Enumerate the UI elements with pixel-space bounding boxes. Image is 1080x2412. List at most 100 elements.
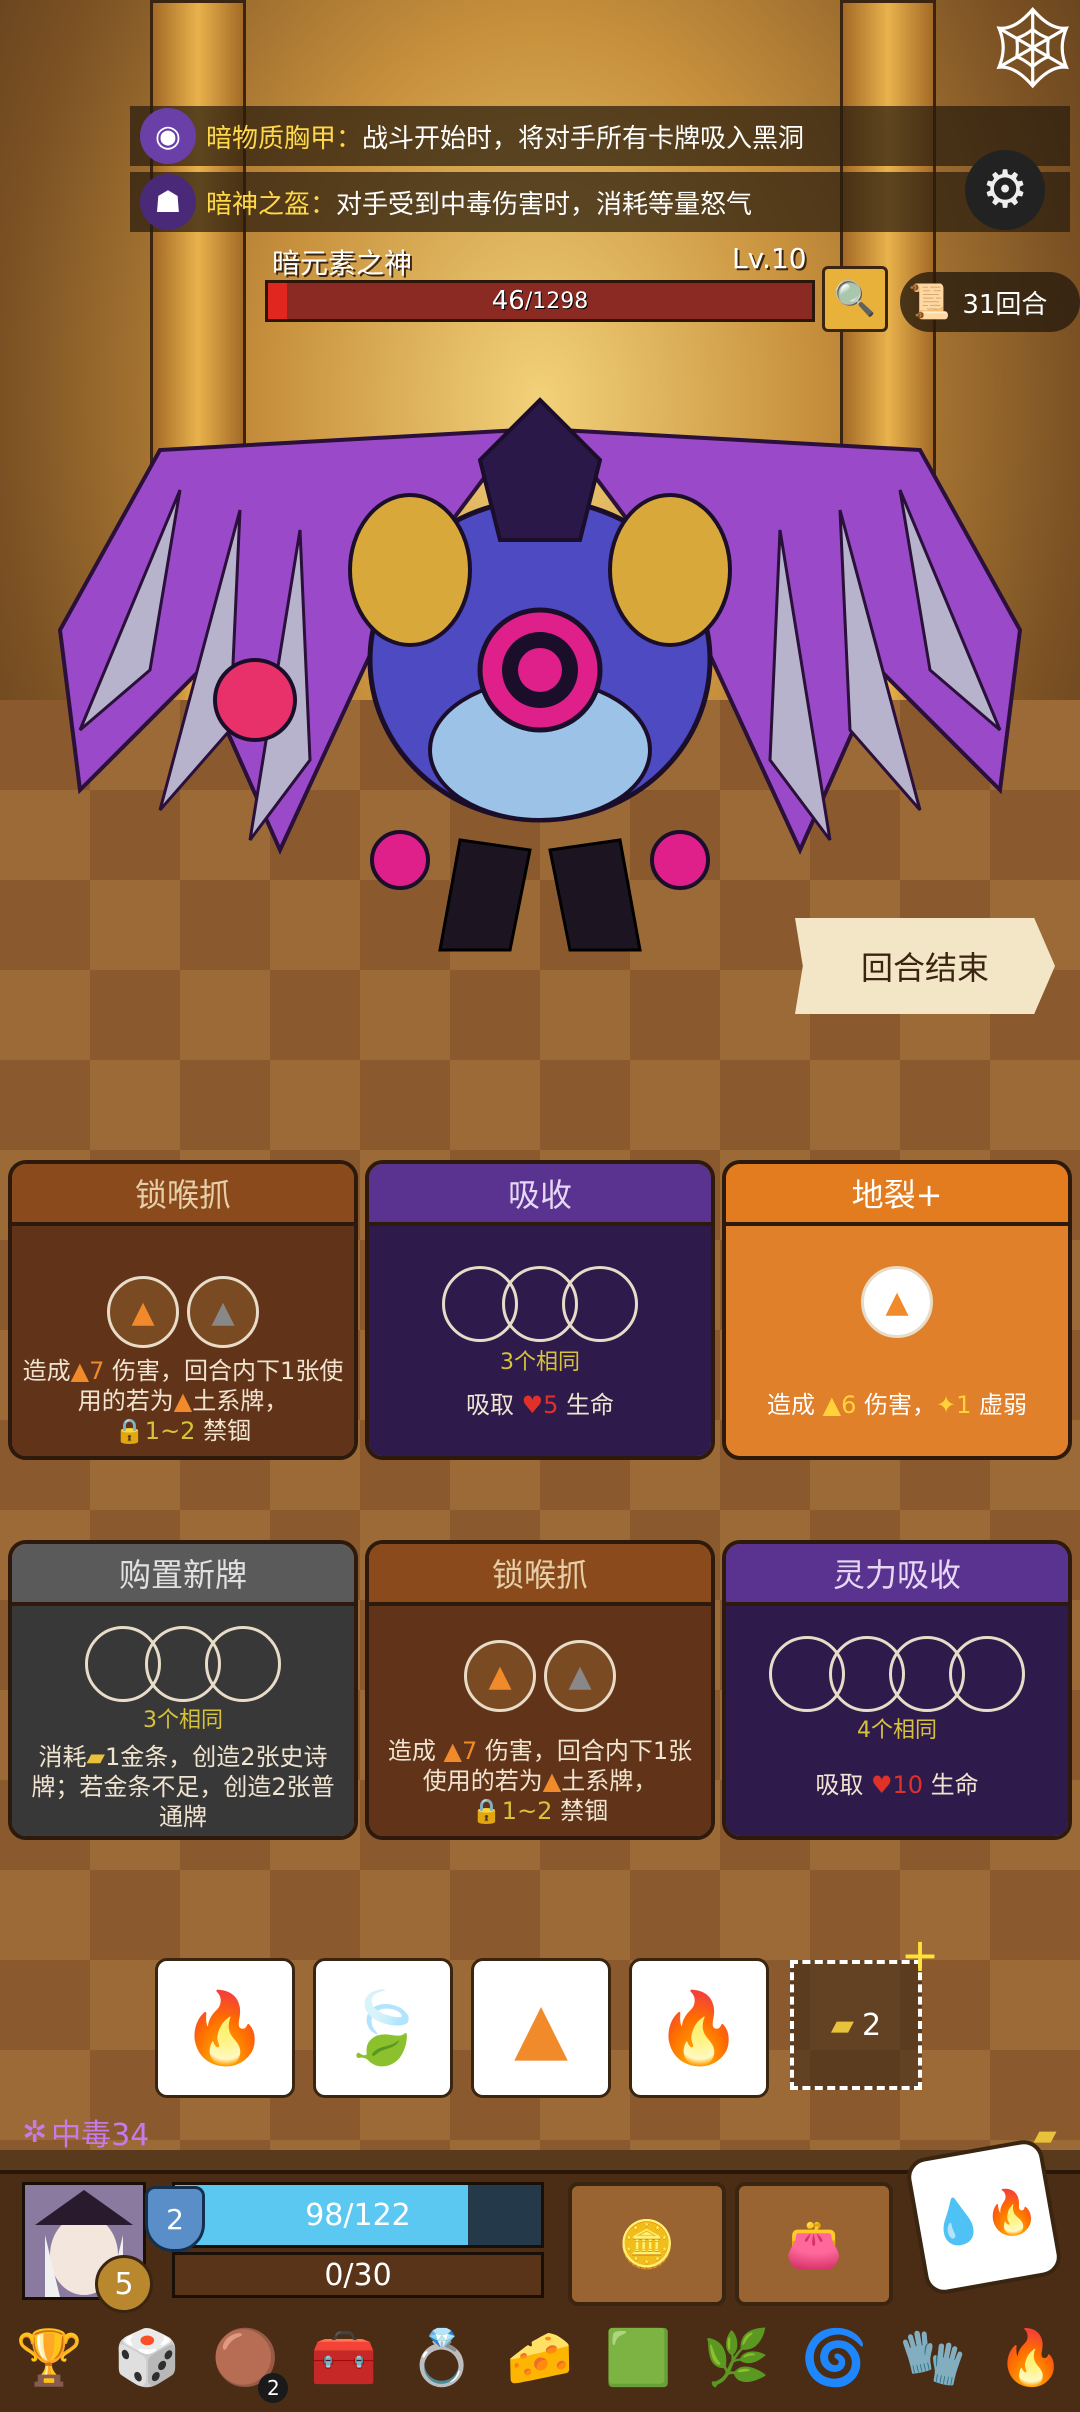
- die-relic-icon[interactable]: 🎲: [108, 2319, 186, 2397]
- weak-icon: ✦: [936, 1391, 957, 1419]
- card-desc: 造成 ▲6 伤害，✦1 虚弱: [736, 1390, 1058, 1420]
- lock-value: 1~2: [501, 1797, 553, 1825]
- cobweb-icon: 🕸: [981, 0, 1080, 94]
- relic-bar-2: ☗ 暗神之盔： 对手受到中毒伤害时，消耗等量怒气: [130, 172, 1070, 232]
- life-icon: ♥: [521, 1391, 544, 1419]
- player-hp-bar: 98/122: [172, 2182, 544, 2248]
- empty-slot-icon: [562, 1266, 638, 1342]
- earth-die-icon[interactable]: ▲: [471, 1958, 611, 2098]
- vine-icon[interactable]: 🌿: [697, 2319, 775, 2397]
- fire-die-icon[interactable]: 🔥: [155, 1958, 295, 2098]
- relic-name: 暗物质胸甲：: [206, 123, 363, 154]
- card-absorb[interactable]: 吸收 3个相同 吸取 ♥5 生命: [365, 1160, 715, 1460]
- card-requirement: 4个相同: [857, 1718, 937, 1743]
- boss-level: Lv.10: [732, 242, 807, 275]
- card-spirit-absorb[interactable]: 灵力吸收 4个相同 吸取 ♥10 生命: [722, 1540, 1072, 1840]
- settings-gear-icon[interactable]: ⚙: [965, 150, 1045, 230]
- dark-god-helmet-icon: ☗: [140, 174, 196, 230]
- card-desc: 消耗▰1金条，创造2张史诗牌；若金条不足，创造2张普通牌: [22, 1742, 344, 1832]
- add-gold-button[interactable]: +: [900, 1928, 940, 1982]
- treasure-chest-icon[interactable]: 🧰: [305, 2319, 383, 2397]
- life-value: 5: [543, 1391, 559, 1419]
- reroll-die-button[interactable]: 💧 🔥: [904, 2137, 1064, 2297]
- desc-part: 生命: [923, 1771, 979, 1799]
- relic-count-badge: 2: [258, 2373, 289, 2403]
- turn-counter-label: 31回合: [962, 289, 1048, 320]
- relic-name: 暗神之盔：: [206, 189, 337, 220]
- desc-part: 消耗: [38, 1743, 87, 1771]
- coins-icon: 🪙: [618, 2216, 676, 2271]
- card-choke-grab-2[interactable]: 锁喉抓 ▲ ▲ 造成 ▲7 伤害，回合内下1张使用的若为▲土系牌， 🔒1~2 禁…: [365, 1540, 715, 1840]
- shield-value: 2: [166, 2202, 184, 2236]
- card-desc: 吸取 ♥5 生命: [379, 1390, 701, 1420]
- life-icon: ♥: [870, 1771, 893, 1799]
- swirl-icon[interactable]: 🌀: [795, 2319, 873, 2397]
- card-title: 锁喉抓: [369, 1544, 711, 1606]
- end-turn-button[interactable]: 回合结束: [795, 918, 1055, 1014]
- card-buy-new[interactable]: 购置新牌 3个相同 消耗▰1金条，创造2张史诗牌；若金条不足，创造2张普通牌: [8, 1540, 358, 1840]
- player-hp-text: 98/122: [305, 2197, 411, 2233]
- earth-slot-icon: ▲: [107, 1276, 179, 1348]
- card-desc: 造成▲7 伤害，回合内下1张使用的若为▲土系牌， 🔒1~2 禁锢: [22, 1356, 344, 1446]
- fire-die-icon[interactable]: 🔥: [629, 1958, 769, 2098]
- cheese-icon[interactable]: 🧀: [501, 2319, 579, 2397]
- card-title: 灵力吸收: [726, 1544, 1068, 1606]
- relic-desc: 对手受到中毒伤害时，消耗等量怒气: [336, 189, 753, 220]
- leaf-die-icon[interactable]: 🍃: [313, 1958, 453, 2098]
- stone-slot-icon: ▲: [544, 1640, 616, 1712]
- ring-icon[interactable]: 💍: [403, 2319, 481, 2397]
- earth-small-icon: ▲: [70, 1357, 90, 1385]
- button-relic-icon[interactable]: 🟤 2: [206, 2319, 289, 2403]
- boss-hp-text: 46 /1298: [268, 283, 812, 319]
- boss-info-icon[interactable]: 🔍: [822, 266, 888, 332]
- player-energy-bar: 0/30: [172, 2252, 544, 2298]
- gauntlet-icon[interactable]: 🧤: [894, 2319, 972, 2397]
- poison-label: 中毒34: [51, 2118, 150, 2153]
- desc-part: 造成: [22, 1357, 71, 1385]
- poison-status: ✲ 中毒34: [22, 2110, 149, 2154]
- card-title: 地裂+: [726, 1164, 1068, 1226]
- chalice-icon[interactable]: 🏆: [10, 2319, 88, 2397]
- shield-icon: 2: [145, 2186, 205, 2252]
- pouch-item-slot[interactable]: 👛: [735, 2182, 893, 2306]
- desc-part: 虚弱: [971, 1391, 1028, 1419]
- desc-part: 吸取: [815, 1771, 871, 1799]
- card-choke-grab[interactable]: 锁喉抓 ▲ ▲ 造成▲7 伤害，回合内下1张使用的若为▲土系牌， 🔒1~2 禁锢: [8, 1160, 358, 1460]
- desc-part: 禁锢: [195, 1417, 252, 1445]
- card-title: 吸收: [369, 1164, 711, 1226]
- gold-bar-icon: ▰: [86, 1743, 105, 1771]
- boss-name: 暗元素之神: [272, 247, 413, 280]
- poison-icon: ✲: [22, 2114, 48, 2150]
- life-value: 10: [892, 1771, 924, 1799]
- lock-value: 1~2: [144, 1417, 196, 1445]
- earth-small-icon: ▲: [173, 1387, 193, 1415]
- earth-slot-icon: ▲: [861, 1266, 933, 1338]
- water-face-icon: 💧: [925, 2192, 989, 2253]
- desc-part: 土系牌，: [192, 1387, 289, 1415]
- card-earth-split[interactable]: 地裂+ ▲ 造成 ▲6 伤害，✦1 虚弱: [722, 1160, 1072, 1460]
- desc-part: 生命: [558, 1391, 615, 1419]
- scroll-icon: 📜: [908, 282, 951, 322]
- jade-tablet-icon[interactable]: 🟩: [599, 2319, 677, 2397]
- card-desc: 造成 ▲7 伤害，回合内下1张使用的若为▲土系牌， 🔒1~2 禁锢: [379, 1736, 701, 1826]
- earth-small-icon: ▲: [822, 1391, 842, 1419]
- desc-part: 土系牌，: [561, 1767, 658, 1795]
- card-desc: 吸取 ♥10 生命: [736, 1770, 1058, 1800]
- empty-slot-icon: [949, 1636, 1025, 1712]
- earth-slot-icon: ▲: [464, 1640, 536, 1712]
- earth-small-icon: ▲: [443, 1737, 462, 1765]
- desc-part: 造成: [387, 1737, 444, 1765]
- turn-counter: 📜 31回合: [900, 272, 1080, 332]
- relic-bar-1: ◉ 暗物质胸甲： 战斗开始时，将对手所有卡牌吸入黑洞: [130, 106, 1070, 166]
- player-level-badge: 5: [95, 2255, 153, 2313]
- lock-icon: 🔒: [471, 1797, 502, 1825]
- relic-strip: 🏆 🎲 🟤 2 🧰 💍 🧀 🟩 🌿 🌀 🧤 🔥: [0, 2308, 1080, 2408]
- desc-part: 伤害，: [856, 1391, 936, 1419]
- blue-flame-icon[interactable]: 🔥: [992, 2319, 1070, 2397]
- card-title: 购置新牌: [12, 1544, 354, 1606]
- desc-part: 禁锢: [552, 1797, 609, 1825]
- damage-value: 7: [89, 1357, 105, 1385]
- desc-part: 造成: [766, 1391, 823, 1419]
- boss-dark-elemental-god[interactable]: [40, 370, 1040, 970]
- coins-item-slot[interactable]: 🪙: [568, 2182, 726, 2306]
